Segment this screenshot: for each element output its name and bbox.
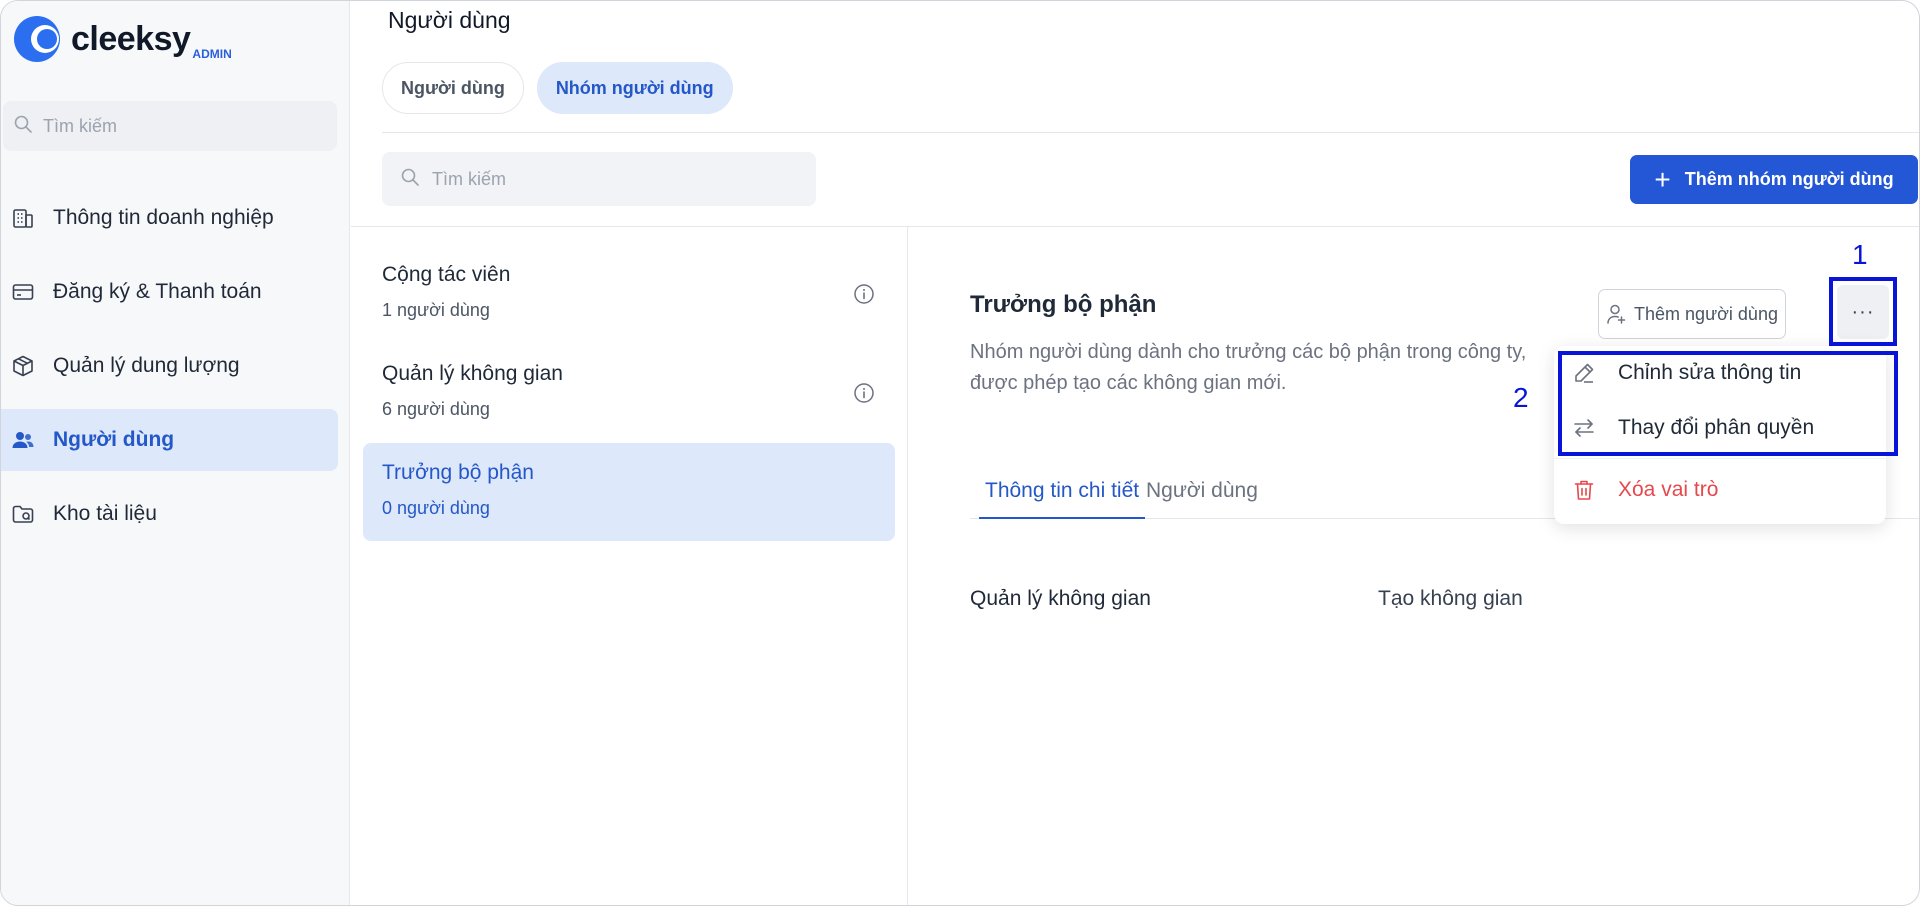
logo[interactable]: cleeksy ADMIN	[13, 15, 232, 63]
box-icon	[11, 354, 35, 378]
group-name: Cộng tác viên	[382, 263, 511, 286]
sidebar-item-billing[interactable]: Đăng ký & Thanh toán	[1, 261, 338, 323]
users-icon	[11, 428, 35, 452]
sidebar-search-input[interactable]	[43, 115, 313, 137]
sidebar-item-users[interactable]: Người dùng	[1, 409, 338, 471]
tab-details[interactable]: Thông tin chi tiết	[979, 471, 1146, 519]
group-detail-description: Nhóm người dùng dành cho trưởng các bộ p…	[970, 341, 1527, 394]
group-search-input[interactable]	[432, 168, 802, 190]
divider	[382, 132, 1919, 133]
search-icon	[400, 167, 420, 192]
trash-icon	[1572, 477, 1598, 503]
building-icon	[11, 206, 35, 230]
group-item-department-head[interactable]: Trưởng bộ phận 0 người dùng	[363, 443, 895, 541]
view-switcher: Người dùng Nhóm người dùng	[382, 62, 746, 114]
add-user-button[interactable]: Thêm người dùng	[1598, 289, 1786, 339]
group-name: Trưởng bộ phận	[382, 461, 534, 484]
folder-icon	[11, 502, 35, 526]
sidebar-item-documents[interactable]: Kho tài liệu	[1, 483, 338, 545]
group-count: 0 người dùng	[382, 498, 490, 518]
column-divider	[907, 227, 908, 905]
sidebar-nav: Thông tin doanh nghiệp Đăng ký & Thanh t…	[1, 187, 338, 557]
annotation-number-1: 1	[1852, 239, 1868, 270]
menu-item-label: Xóa vai trò	[1618, 478, 1719, 501]
sidebar-item-label: Người dùng	[53, 428, 175, 451]
add-user-group-button[interactable]: + Thêm nhóm người dùng	[1630, 155, 1918, 204]
permission-label: Quản lý không gian	[970, 587, 1151, 610]
group-count: 1 người dùng	[382, 300, 490, 320]
plus-icon: +	[1654, 163, 1671, 195]
info-icon[interactable]	[853, 283, 875, 305]
sidebar-search[interactable]	[3, 101, 337, 151]
sidebar-item-label: Quản lý dung lượng	[53, 354, 240, 377]
info-icon[interactable]	[853, 382, 875, 404]
sidebar: cleeksy ADMIN Thông tin doanh nghiệp Đăn…	[1, 1, 350, 905]
permission-value: Tạo không gian	[1378, 587, 1523, 610]
divider	[351, 226, 1919, 227]
pill-user-groups[interactable]: Nhóm người dùng	[536, 62, 733, 114]
group-detail-title: Trưởng bộ phận	[970, 291, 1157, 318]
sidebar-item-storage[interactable]: Quản lý dung lượng	[1, 335, 338, 397]
logo-text: cleeksy	[71, 20, 191, 58]
annotation-box-2	[1558, 351, 1898, 456]
sidebar-item-label: Đăng ký & Thanh toán	[53, 280, 262, 303]
annotation-number-2: 2	[1513, 382, 1529, 413]
user-plus-icon	[1606, 303, 1626, 325]
menu-item-delete-role[interactable]: Xóa vai trò	[1572, 470, 1718, 510]
page-title: Người dùng	[388, 7, 511, 33]
sidebar-item-label: Kho tài liệu	[53, 502, 157, 525]
annotation-box-1	[1829, 277, 1897, 346]
tab-users[interactable]: Người dùng	[1140, 471, 1264, 519]
group-item-collaborator[interactable]: Cộng tác viên 1 người dùng	[363, 245, 895, 343]
group-count: 6 người dùng	[382, 399, 490, 419]
menu-divider	[1554, 458, 1886, 459]
logo-mark-icon	[13, 15, 61, 63]
logo-admin-badge: ADMIN	[192, 47, 232, 61]
add-user-label: Thêm người dùng	[1634, 303, 1778, 324]
group-item-space-manager[interactable]: Quản lý không gian 6 người dùng	[363, 344, 895, 442]
sidebar-item-label: Thông tin doanh nghiệp	[53, 206, 274, 229]
pill-users[interactable]: Người dùng	[382, 62, 524, 114]
credit-card-icon	[11, 280, 35, 304]
add-user-group-label: Thêm nhóm người dùng	[1684, 169, 1894, 189]
sidebar-item-business-info[interactable]: Thông tin doanh nghiệp	[1, 187, 338, 249]
search-icon	[13, 114, 33, 139]
group-name: Quản lý không gian	[382, 362, 563, 385]
app-window: cleeksy ADMIN Thông tin doanh nghiệp Đăn…	[0, 0, 1920, 906]
group-search[interactable]	[382, 152, 816, 206]
